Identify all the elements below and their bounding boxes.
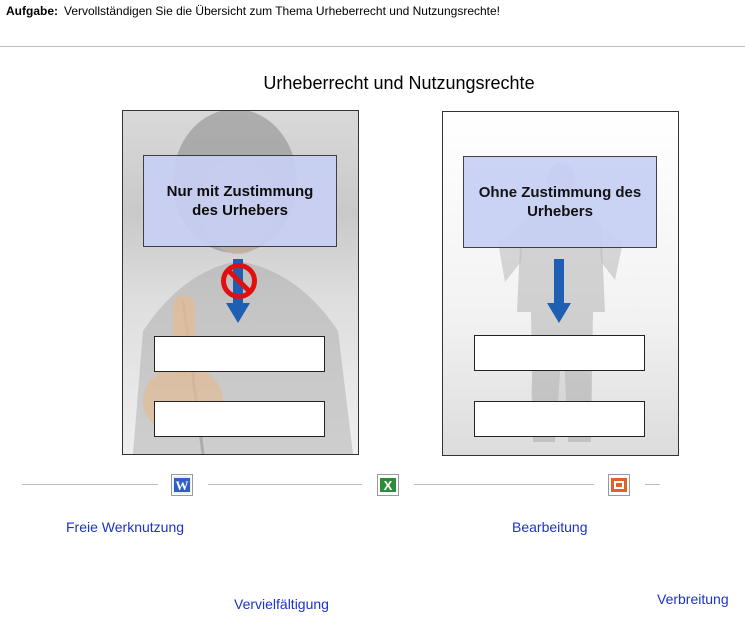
svg-text:W: W	[176, 478, 189, 493]
left-drop-slot-1[interactable]	[154, 336, 325, 372]
task-label: Aufgabe:	[6, 4, 58, 18]
svg-text:X: X	[384, 478, 393, 493]
right-heading: Ohne Zustimmung des Urhebers	[478, 184, 642, 220]
left-heading: Nur mit Zustimmung des Urhebers	[166, 183, 314, 219]
left-drop-slot-2[interactable]	[154, 401, 325, 437]
divider-segment	[22, 484, 158, 485]
term-freie-werknutzung[interactable]: Freie Werknutzung	[66, 519, 184, 535]
left-panel: Nur mit Zustimmung des Urhebers	[122, 110, 359, 455]
task-text: Vervollständigen Sie die Übersicht zum T…	[64, 4, 501, 18]
excel-icon[interactable]: X	[377, 474, 399, 496]
word-icon[interactable]: W	[171, 474, 193, 496]
right-drop-slot-1[interactable]	[474, 335, 645, 371]
down-arrow-icon	[547, 259, 571, 323]
no-entry-icon	[221, 263, 257, 299]
task-instruction: Aufgabe: Vervollständigen Sie die Übersic…	[6, 4, 500, 18]
left-heading-box: Nur mit Zustimmung des Urhebers	[143, 155, 337, 247]
divider-segment	[414, 484, 594, 485]
term-bearbeitung[interactable]: Bearbeitung	[512, 519, 588, 535]
right-panel: Ohne Zustimmung des Urhebers	[442, 111, 679, 456]
right-drop-slot-2[interactable]	[474, 401, 645, 437]
top-divider	[0, 46, 745, 47]
page-title: Urheberrecht und Nutzungsrechte	[263, 73, 535, 93]
powerpoint-icon[interactable]	[608, 474, 630, 496]
divider-segment	[208, 484, 362, 485]
divider-segment	[645, 484, 660, 485]
term-vervielfaeltigung[interactable]: Vervielfältigung	[234, 596, 329, 612]
term-verbreitung[interactable]: Verbreitung	[657, 591, 729, 607]
right-heading-box: Ohne Zustimmung des Urhebers	[463, 156, 657, 248]
